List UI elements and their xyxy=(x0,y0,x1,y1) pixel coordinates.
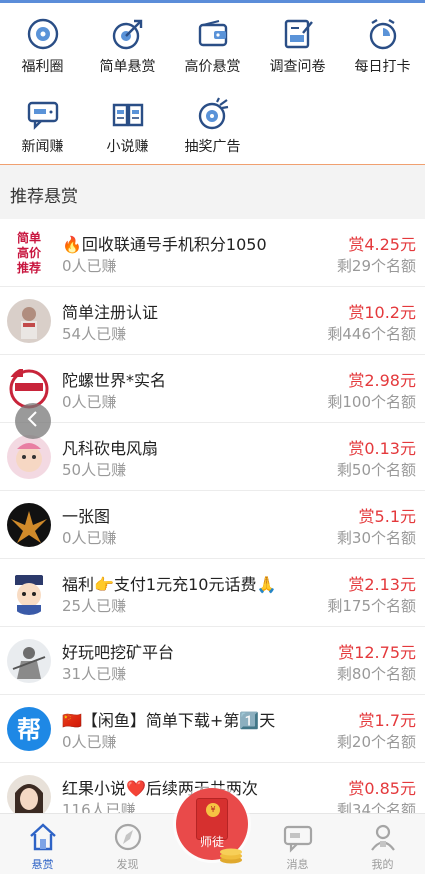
task-earned-count: 0人已赚 xyxy=(62,257,117,275)
lottery-icon xyxy=(193,96,233,132)
badge-line: 高价 xyxy=(16,246,41,260)
featured-badge: 简单 高价 推荐 xyxy=(6,231,52,276)
alarm-clock-icon xyxy=(363,16,403,52)
category-daily-checkin[interactable]: 每日打卡 xyxy=(340,10,425,80)
task-reward: 赏12.75元 xyxy=(338,643,416,662)
tab-messages[interactable]: 消息 xyxy=(255,814,340,874)
category-label: 每日打卡 xyxy=(354,59,411,75)
task-reward: 赏10.2元 xyxy=(348,303,416,322)
task-row[interactable]: 陀螺世界*实名 0人已赚 赏2.98元 剩100个名额 xyxy=(0,355,425,423)
section-header: 推荐悬赏 xyxy=(0,165,425,219)
task-earned-count: 31人已赚 xyxy=(62,665,127,683)
coins-icon xyxy=(218,842,244,864)
task-reward: 赏2.98元 xyxy=(348,371,416,390)
task-title: 好玩吧挖矿平台 xyxy=(62,643,175,662)
wallet-icon xyxy=(193,16,233,52)
tab-reward[interactable]: 悬赏 xyxy=(0,814,85,874)
category-label: 小说赚 xyxy=(106,139,149,155)
task-reward: 赏5.1元 xyxy=(358,507,416,526)
task-remaining: 剩50个名额 xyxy=(336,461,416,479)
task-row[interactable]: 福利👉支付1元充10元话费🙏 25人已赚 赏2.13元 剩175个名额 xyxy=(0,559,425,627)
top-accent-line xyxy=(0,0,425,3)
task-earned-count: 54人已赚 xyxy=(62,325,127,343)
task-title: 🔥回收联通号手机积分1050 xyxy=(62,235,267,254)
task-remaining: 剩446个名额 xyxy=(327,325,416,343)
task-reward: 赏4.25元 xyxy=(348,235,416,254)
avatar xyxy=(7,299,51,343)
tab-me[interactable]: 我的 xyxy=(340,814,425,874)
coin-seal-icon: ¥ xyxy=(206,803,220,817)
avatar xyxy=(7,571,51,615)
task-row[interactable]: 一张图 0人已赚 赏5.1元 剩30个名额 xyxy=(0,491,425,559)
avatar: 帮 xyxy=(7,707,51,751)
category-fuliquan[interactable]: 福利圈 xyxy=(0,10,85,80)
task-remaining: 剩175个名额 xyxy=(327,597,416,615)
book-icon xyxy=(108,96,148,132)
task-earned-count: 0人已赚 xyxy=(62,733,117,751)
tab-label: 悬赏 xyxy=(31,858,54,871)
category-label: 抽奖广告 xyxy=(184,139,241,155)
category-label: 调查问卷 xyxy=(269,59,326,75)
tab-label: 我的 xyxy=(371,858,394,871)
home-icon xyxy=(26,820,60,854)
task-title: 凡科砍电风扇 xyxy=(62,439,159,458)
arrow-target-icon xyxy=(108,16,148,52)
task-reward: 赏1.7元 xyxy=(358,711,416,730)
task-remaining: 剩100个名额 xyxy=(327,393,416,411)
task-row[interactable]: 简单 高价 推荐 🔥回收联通号手机积分1050 0人已赚 赏4.25元 剩29个… xyxy=(0,219,425,287)
survey-icon xyxy=(278,16,318,52)
task-title: 简单注册认证 xyxy=(62,303,159,322)
category-label: 高价悬赏 xyxy=(184,59,241,75)
badge-line: 简单 xyxy=(16,231,41,245)
task-reward: 赏0.13元 xyxy=(348,439,416,458)
category-label: 新闻赚 xyxy=(21,139,64,155)
chevron-left-icon xyxy=(26,410,40,432)
category-news-earn[interactable]: 新闻赚 xyxy=(0,90,85,160)
task-remaining: 剩30个名额 xyxy=(336,529,416,547)
tab-discover[interactable]: 发现 xyxy=(85,814,170,874)
gift-circle-icon xyxy=(23,16,63,52)
category-label: 福利圈 xyxy=(21,59,64,75)
task-row[interactable]: 简单注册认证 54人已赚 赏10.2元 剩446个名额 xyxy=(0,287,425,355)
task-row[interactable]: 好玩吧挖矿平台 31人已赚 赏12.75元 剩80个名额 xyxy=(0,627,425,695)
task-reward: 赏2.13元 xyxy=(348,575,416,594)
task-earned-count: 50人已赚 xyxy=(62,461,127,479)
news-chat-icon xyxy=(23,96,63,132)
badge-line: 推荐 xyxy=(16,261,41,275)
category-survey[interactable]: 调查问卷 xyxy=(255,10,340,80)
task-remaining: 剩20个名额 xyxy=(336,733,416,751)
category-high-reward[interactable]: 高价悬赏 xyxy=(170,10,255,80)
category-lottery-ad[interactable]: 抽奖广告 xyxy=(170,90,255,160)
task-remaining: 剩80个名额 xyxy=(336,665,416,683)
task-earned-count: 0人已赚 xyxy=(62,393,117,411)
compass-icon xyxy=(111,820,145,854)
avatar xyxy=(7,503,51,547)
tab-label: 消息 xyxy=(286,858,309,871)
tab-label: 发现 xyxy=(116,858,139,871)
svg-text:帮: 帮 xyxy=(17,716,41,744)
task-remaining: 剩29个名额 xyxy=(336,257,416,275)
avatar xyxy=(7,639,51,683)
task-title: 福利👉支付1元充10元话费🙏 xyxy=(62,575,277,594)
category-label: 简单悬赏 xyxy=(99,59,156,75)
task-title: 陀螺世界*实名 xyxy=(62,371,167,390)
message-icon xyxy=(281,820,315,854)
user-icon xyxy=(366,820,400,854)
task-row[interactable]: 凡科砍电风扇 50人已赚 赏0.13元 剩50个名额 xyxy=(0,423,425,491)
back-button[interactable] xyxy=(15,403,51,439)
task-title: 一张图 xyxy=(62,507,111,526)
task-earned-count: 0人已赚 xyxy=(62,529,117,547)
category-novel-earn[interactable]: 小说赚 xyxy=(85,90,170,160)
task-title: 🇨🇳【闲鱼】简单下载+第1️⃣天 xyxy=(62,711,276,730)
avatar xyxy=(7,435,51,479)
task-reward: 赏0.85元 xyxy=(348,779,416,798)
section-title: 推荐悬赏 xyxy=(10,187,78,207)
task-earned-count: 25人已赚 xyxy=(62,597,127,615)
category-simple-reward[interactable]: 简单悬赏 xyxy=(85,10,170,80)
task-row[interactable]: 帮 🇨🇳【闲鱼】简单下载+第1️⃣天 0人已赚 赏1.7元 剩20个名额 xyxy=(0,695,425,763)
